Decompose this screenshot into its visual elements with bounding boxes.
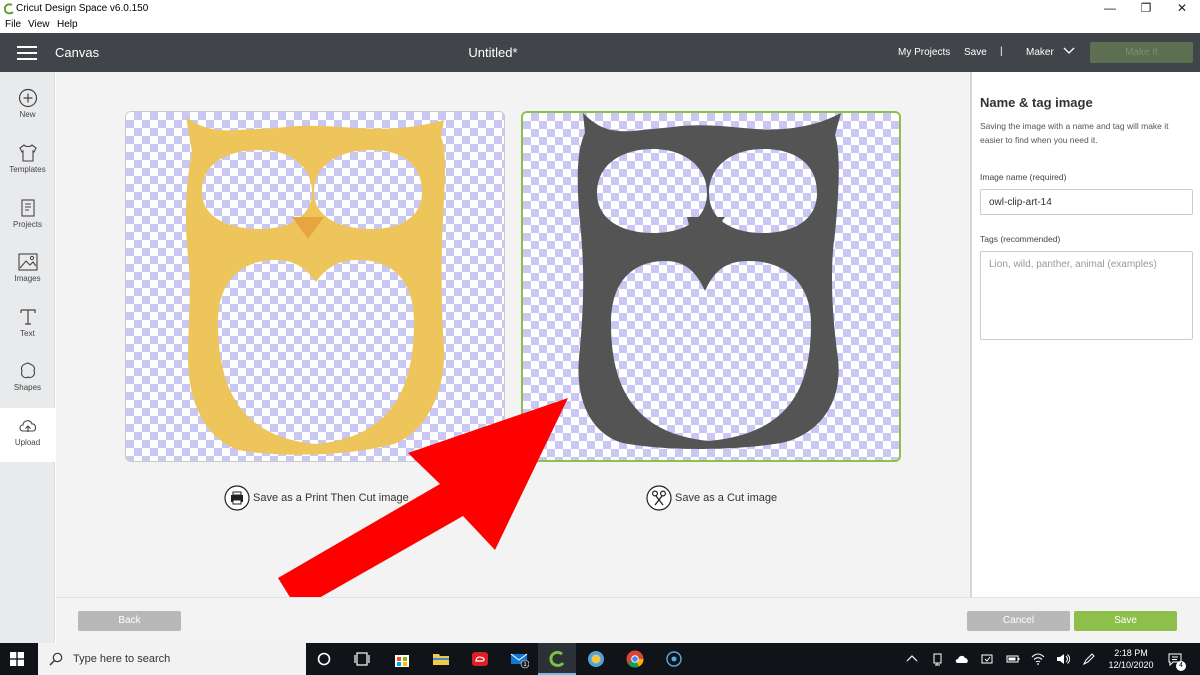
image-icon	[17, 253, 38, 271]
text-icon	[19, 309, 36, 325]
sidebar-label: Text	[20, 329, 35, 338]
chrome-icon[interactable]	[625, 649, 645, 669]
windows-taskbar: Type here to search 1 2:18 PM 12/10/2020…	[0, 643, 1200, 675]
cut-image-option[interactable]: Save as a Cut image	[646, 485, 826, 511]
document-title: Untitled*	[468, 45, 518, 60]
sidebar-label: New	[19, 110, 36, 119]
make-it-button[interactable]: Make It	[1090, 42, 1193, 63]
back-button[interactable]: Back	[78, 611, 181, 631]
volume-icon[interactable]	[1056, 652, 1070, 666]
cut-image-label: Save as a Cut image	[675, 492, 778, 504]
minimize-button[interactable]: —	[1092, 0, 1128, 18]
image-name-label: Image name (required)	[980, 172, 1067, 182]
name-tag-panel: Name & tag image Saving the image with a…	[970, 72, 1200, 597]
header-separator: |	[1000, 46, 1003, 57]
tags-input[interactable]	[980, 251, 1193, 340]
sidebar-item-images[interactable]: Images	[0, 244, 55, 298]
sidebar-item-text[interactable]: Text	[0, 299, 55, 353]
file-explorer-icon[interactable]	[431, 649, 451, 669]
bottom-action-bar: Back Cancel Save	[56, 597, 1200, 643]
my-projects-link[interactable]: My Projects	[898, 47, 950, 58]
restore-button[interactable]: ❐	[1128, 0, 1164, 18]
left-sidebar: New Templates Projects Images Text Shape…	[0, 72, 55, 643]
chevron-down-icon[interactable]	[1062, 43, 1076, 57]
scissors-icon	[646, 485, 672, 511]
sidebar-label: Shapes	[13, 383, 42, 392]
cut-image-preview[interactable]	[521, 111, 901, 462]
cortana-icon[interactable]	[314, 649, 334, 669]
search-icon	[49, 652, 63, 666]
store-icon[interactable]	[392, 649, 412, 669]
meet-now-icon[interactable]	[931, 652, 945, 666]
search-placeholder: Type here to search	[73, 653, 171, 665]
title-bar: Cricut Design Space v6.0.150 — ❐ ✕	[0, 0, 1200, 18]
wifi-icon[interactable]	[1031, 652, 1045, 666]
windows-start-icon[interactable]	[10, 652, 24, 666]
header-save-link[interactable]: Save	[964, 47, 987, 58]
paint-app-icon[interactable]	[586, 649, 606, 669]
cancel-button[interactable]: Cancel	[967, 611, 1070, 631]
mail-icon[interactable]: 1	[509, 649, 529, 669]
save-button[interactable]: Save	[1074, 611, 1177, 631]
sidebar-item-upload[interactable]: Upload	[0, 408, 55, 462]
tshirt-icon	[18, 144, 37, 162]
sidebar-item-templates[interactable]: Templates	[0, 135, 55, 189]
mail-badge: 1	[523, 661, 527, 668]
menu-help[interactable]: Help	[57, 19, 78, 30]
pen-workspace-icon[interactable]	[1082, 652, 1096, 666]
sidebar-item-projects[interactable]: Projects	[0, 190, 55, 244]
machine-selector[interactable]: Maker	[1026, 47, 1054, 58]
projects-icon	[20, 199, 35, 217]
cricut-taskbar-button[interactable]	[538, 643, 576, 675]
clock-time: 2:18 PM	[1114, 648, 1148, 658]
security-icon[interactable]	[980, 652, 994, 666]
taskbar-search-box[interactable]: Type here to search	[38, 643, 306, 675]
sidebar-item-new[interactable]: New	[0, 80, 55, 134]
red-arrow-annotation	[278, 398, 568, 610]
cloud-upload-icon	[18, 420, 36, 432]
shapes-icon	[20, 362, 35, 379]
app-window: Cricut Design Space v6.0.150 — ❐ ✕ File …	[0, 0, 1200, 675]
notification-count-badge: 4	[1176, 661, 1186, 671]
menu-file[interactable]: File	[5, 19, 21, 30]
owl-cut-image	[577, 113, 841, 449]
sidebar-item-shapes[interactable]: Shapes	[0, 353, 55, 407]
sidebar-label: Upload	[14, 438, 41, 447]
cricut-logo-icon	[4, 3, 14, 15]
sidebar-label: Projects	[13, 220, 42, 229]
app-circle-icon[interactable]	[664, 649, 684, 669]
sidebar-label: Templates	[9, 165, 46, 174]
plus-circle-icon	[18, 88, 37, 108]
app-header: Canvas Untitled* My Projects Save | Make…	[0, 33, 1200, 72]
battery-icon[interactable]	[1006, 652, 1020, 666]
clock-date: 12/10/2020	[1108, 660, 1154, 670]
cricut-app-icon	[549, 650, 565, 667]
chevron-up-icon[interactable]	[905, 652, 919, 666]
clock[interactable]: 2:18 PM 12/10/2020	[1105, 647, 1157, 671]
panel-description: Saving the image with a name and tag wil…	[980, 121, 1169, 145]
image-name-input[interactable]	[980, 189, 1193, 215]
app-title: Cricut Design Space v6.0.150	[16, 3, 149, 14]
printer-icon	[224, 485, 250, 511]
task-view-icon[interactable]	[352, 649, 372, 669]
tags-label: Tags (recommended)	[980, 234, 1061, 244]
onedrive-cloud-icon[interactable]	[955, 652, 969, 666]
sidebar-label: Images	[14, 274, 41, 283]
close-button[interactable]: ✕	[1164, 0, 1200, 18]
menu-bar: File View Help	[0, 18, 1200, 33]
menu-view[interactable]: View	[28, 19, 50, 30]
creative-cloud-icon[interactable]	[470, 649, 490, 669]
panel-title: Name & tag image	[980, 95, 1093, 110]
